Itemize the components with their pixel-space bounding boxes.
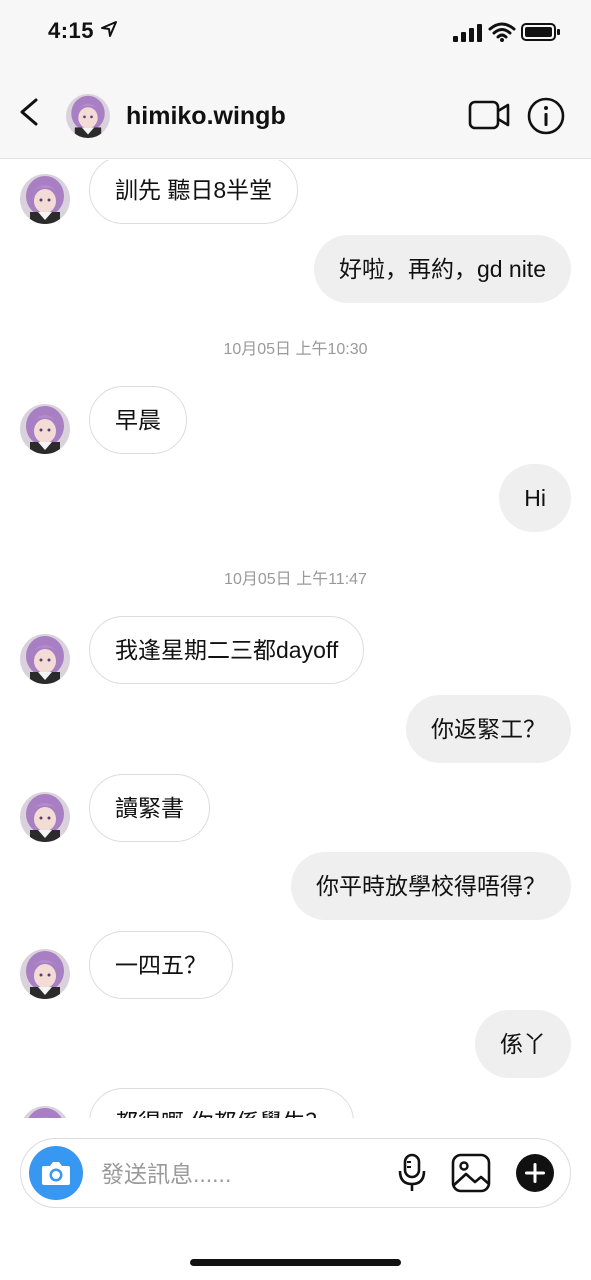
- location-arrow-icon: [101, 21, 117, 37]
- outgoing-message[interactable]: 你返緊工？: [406, 695, 571, 763]
- chat-header: himiko.wingb: [0, 64, 591, 159]
- message-thread[interactable]: 訓先 聽日8半堂 好啦，再約，gd nite 10月05日 上午10:30 早晨…: [0, 160, 591, 1118]
- info-icon[interactable]: [526, 96, 566, 136]
- camera-button[interactable]: [29, 1146, 83, 1200]
- sender-avatar[interactable]: [20, 792, 70, 842]
- video-call-icon[interactable]: [468, 97, 510, 133]
- message-composer: [20, 1138, 571, 1208]
- incoming-message[interactable]: 讀緊書: [89, 774, 210, 842]
- sender-avatar[interactable]: [20, 949, 70, 999]
- sender-avatar[interactable]: [20, 1106, 70, 1118]
- outgoing-message[interactable]: 你平時放學校得唔得？: [291, 852, 571, 920]
- camera-icon: [42, 1162, 70, 1185]
- incoming-message[interactable]: 一四五？: [89, 931, 233, 999]
- message-input[interactable]: [101, 1159, 361, 1189]
- incoming-message[interactable]: 我逢星期二三都dayoff: [89, 616, 365, 684]
- status-time: 4:15: [48, 18, 95, 43]
- timestamp: 10月05日 上午10:30: [223, 341, 368, 358]
- gallery-icon[interactable]: [451, 1153, 491, 1193]
- incoming-message[interactable]: 早晨: [89, 386, 187, 454]
- sender-avatar[interactable]: [20, 404, 70, 454]
- sender-avatar[interactable]: [20, 174, 70, 224]
- outgoing-message[interactable]: Hi: [499, 464, 571, 532]
- incoming-message[interactable]: 都得嘅 你都係學生？: [89, 1088, 355, 1118]
- sender-avatar[interactable]: [20, 634, 70, 684]
- cellular-signal-icon: [453, 24, 482, 42]
- home-indicator[interactable]: [190, 1259, 401, 1266]
- header-username[interactable]: himiko.wingb: [126, 102, 286, 131]
- header-avatar[interactable]: [66, 94, 110, 138]
- battery-icon: [521, 23, 560, 41]
- outgoing-message[interactable]: 好啦，再約，gd nite: [313, 235, 571, 303]
- timestamp: 10月05日 上午11:47: [224, 571, 367, 588]
- back-chevron-icon[interactable]: [12, 92, 48, 132]
- wifi-icon: [488, 22, 516, 42]
- microphone-icon[interactable]: [397, 1153, 427, 1193]
- incoming-message[interactable]: 訓先 聽日8半堂: [89, 160, 299, 224]
- plus-icon[interactable]: [515, 1153, 555, 1193]
- status-bar: 4:15: [0, 0, 591, 64]
- outgoing-message[interactable]: 係丫: [475, 1010, 571, 1078]
